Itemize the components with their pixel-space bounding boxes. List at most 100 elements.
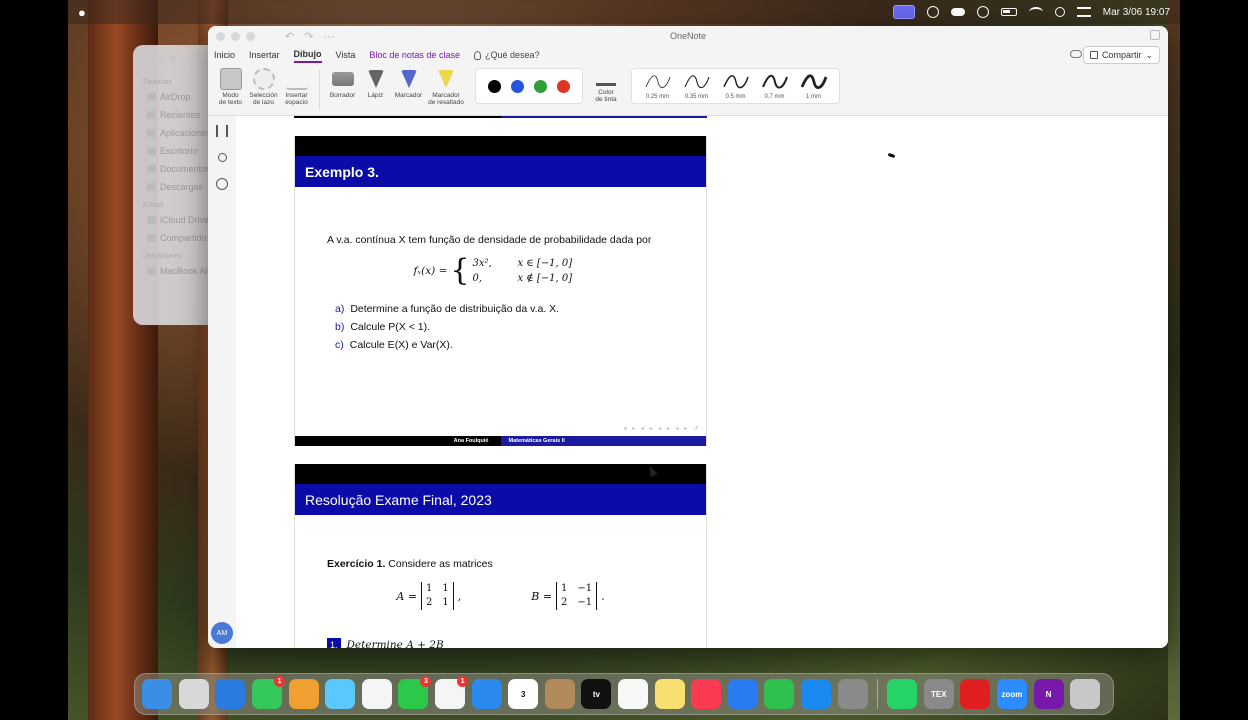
minimize-icon[interactable]	[156, 55, 164, 63]
avatar[interactable]: AM	[211, 622, 233, 644]
launchpad-icon[interactable]	[178, 679, 209, 709]
finder-item[interactable]: Compartido	[147, 233, 213, 243]
menubar-clock[interactable]: Mar 3/06 19:07	[1103, 7, 1170, 18]
slide-resolucao-exame[interactable]: Resolução Exame Final, 2023 Exercício 1.…	[294, 464, 707, 648]
share-icon	[1089, 51, 1098, 59]
calendar-icon[interactable]: 3	[508, 679, 539, 709]
safari-icon[interactable]	[215, 679, 246, 709]
tab-dibujo[interactable]: Dibujo	[293, 47, 322, 63]
keynote-icon[interactable]	[727, 679, 758, 709]
cloud-icon[interactable]	[950, 8, 965, 16]
slide-intro-text: A v.a. contínua X tem função de densidad…	[327, 234, 652, 246]
stroke-option[interactable]: 0.5 mm	[716, 73, 755, 100]
stroke-option[interactable]: 0.25 mm	[638, 73, 677, 100]
matrix-a: A = 1121,	[396, 582, 462, 610]
list-item: b) Calcule P(X < 1).	[335, 321, 431, 333]
messages-icon[interactable]: 1	[252, 676, 286, 709]
tex-icon[interactable]: TEX	[923, 679, 954, 709]
marker-button[interactable]: Marcador	[392, 68, 425, 99]
finder-window[interactable]: Favoritos AirDrop Recientes Aplicaciones…	[133, 45, 213, 325]
expand-icon[interactable]	[1150, 30, 1160, 40]
finder-item[interactable]: MacBook Air	[147, 266, 213, 276]
facetime-icon[interactable]: 3	[398, 676, 432, 709]
color-swatch-black[interactable]	[488, 79, 501, 93]
finder-icon[interactable]	[142, 679, 173, 709]
pencil-button[interactable]: Lápiz	[359, 68, 392, 99]
onenote-window[interactable]: ↶↷⋯ OneNote Inicio Insertar Dibujo Vista…	[208, 26, 1168, 648]
slide-exemplo-3[interactable]: Exemplo 3. A v.a. contínua X tem função …	[294, 136, 707, 446]
finder-item[interactable]: Recientes	[147, 110, 213, 120]
tab-insertar[interactable]: Insertar	[249, 48, 280, 62]
finder-item[interactable]: AirDrop	[147, 92, 213, 102]
music-icon[interactable]	[691, 679, 722, 709]
trash-icon[interactable]	[1070, 679, 1101, 709]
history-icon[interactable]	[216, 178, 228, 190]
close-icon[interactable]	[143, 55, 151, 63]
acrobat-icon[interactable]	[960, 679, 991, 709]
ink-stroke[interactable]	[887, 152, 896, 159]
finder-item[interactable]: Descargas	[147, 182, 213, 192]
appletv-label: tv	[592, 689, 600, 699]
color-swatch-green[interactable]	[534, 79, 547, 93]
status-icon[interactable]	[926, 6, 939, 18]
mail-icon[interactable]	[471, 679, 502, 709]
finder-section-locations: Ubicaciones	[143, 253, 182, 260]
desktop-icon	[147, 147, 156, 155]
page-canvas[interactable]: Exemplo 3. A v.a. contínua X tem função …	[236, 116, 1168, 648]
onenote-icon[interactable]: N	[1033, 679, 1064, 709]
zoom-icon[interactable]	[246, 31, 255, 41]
zoom-icon[interactable]: zoom	[996, 679, 1027, 709]
finder-item[interactable]: Documentos	[147, 164, 213, 174]
search-icon[interactable]	[217, 153, 227, 162]
color-swatch-red[interactable]	[557, 79, 570, 93]
tab-bloc-de-notas-de-clase[interactable]: Bloc de notas de clase	[369, 48, 460, 62]
lasso-select-button[interactable]: Selección de lazo	[247, 68, 280, 106]
control-center-icon[interactable]	[1076, 7, 1091, 17]
ink-color-button[interactable]: Color de tinta	[591, 68, 621, 103]
box-icon[interactable]	[544, 679, 575, 709]
minimize-icon[interactable]	[231, 31, 240, 41]
previous-slide-edge	[501, 116, 707, 118]
whatsapp-icon[interactable]	[887, 679, 918, 709]
play-icon[interactable]	[976, 6, 989, 18]
finder-item[interactable]: Aplicaciones	[147, 128, 213, 138]
close-icon[interactable]	[216, 31, 225, 41]
notebooks-icon[interactable]	[216, 125, 228, 137]
apple-menu-icon[interactable]: ●	[78, 5, 94, 20]
pencil-icon[interactable]	[288, 679, 319, 709]
finder-item[interactable]: Escritorio	[147, 146, 213, 156]
pencil-icon	[367, 70, 384, 88]
appletv-icon[interactable]: tv	[581, 679, 612, 709]
undo-redo-icons[interactable]: ↶↷⋯	[285, 30, 344, 43]
highlighter-button[interactable]: Marcador de resaltado	[425, 68, 467, 106]
matrix-b: B = 1 −1 2 −1.	[531, 582, 605, 610]
freeform-icon[interactable]	[618, 679, 649, 709]
stroke-option[interactable]: 0.7 mm	[755, 73, 794, 100]
screen-share-icon[interactable]	[892, 5, 915, 19]
wifi-icon[interactable]	[1028, 7, 1043, 17]
insert-space-button[interactable]: Insertar espacio	[280, 68, 313, 106]
color-swatch-blue[interactable]	[511, 79, 524, 93]
eraser-button[interactable]: Borrador	[326, 68, 359, 99]
maps-icon[interactable]	[325, 679, 356, 709]
reminders-icon[interactable]: 1	[435, 676, 469, 709]
finder-item[interactable]: iCloud Drive	[147, 215, 213, 225]
zoom-icon[interactable]	[169, 55, 177, 63]
share-button[interactable]: Compartir ⌄	[1082, 46, 1160, 64]
numbers-icon[interactable]	[764, 679, 795, 709]
dock: 1 3 1 3 tv TEX zoom N	[134, 673, 1114, 715]
tell-me-search[interactable]: ¿Qué desea?	[473, 50, 540, 60]
tab-inicio[interactable]: Inicio	[214, 48, 235, 62]
stroke-option[interactable]: 0.35 mm	[677, 73, 716, 100]
stroke-option[interactable]: 1 mm	[794, 73, 833, 100]
settings-icon[interactable]	[837, 679, 868, 709]
cloud-icon	[147, 216, 156, 224]
battery-icon[interactable]	[1000, 8, 1017, 16]
tab-vista[interactable]: Vista	[336, 48, 356, 62]
photos-icon[interactable]	[361, 679, 392, 709]
notes-icon[interactable]	[654, 679, 685, 709]
sync-cloud-icon[interactable]	[1070, 50, 1082, 58]
appstore-icon[interactable]	[800, 679, 831, 709]
text-mode-button[interactable]: Modo de texto	[214, 68, 247, 106]
spotlight-icon[interactable]	[1054, 7, 1065, 17]
